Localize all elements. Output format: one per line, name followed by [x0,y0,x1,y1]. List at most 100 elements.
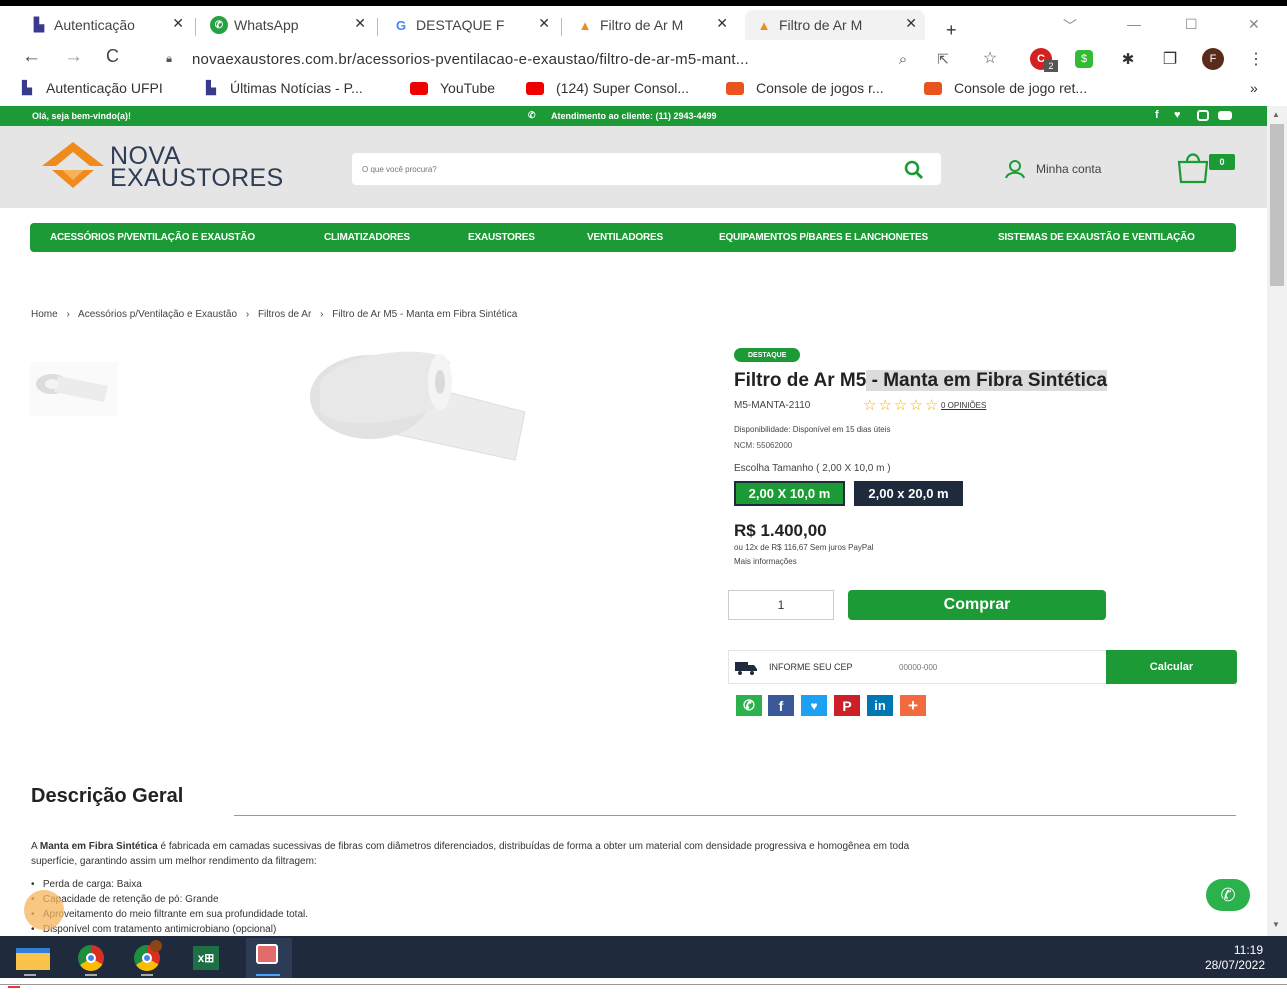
minimize-icon[interactable]: — [1127,16,1141,32]
web-page: Olá, seja bem-vindo(a)! ✆ Atendimento ao… [0,106,1267,936]
reviews-link[interactable]: 0 OPINIÕES [941,401,986,410]
star-icon: ☆ [878,397,892,414]
bookmark-console-jogos[interactable]: Console de jogos r... [726,80,884,96]
linkedin-share-icon[interactable]: in [867,695,893,716]
bookmark-youtube[interactable]: YouTube [410,80,495,96]
twitter-icon[interactable]: ♥ [1174,109,1181,121]
calculate-button[interactable]: Calcular [1106,650,1237,684]
whatsapp-float-button[interactable]: ✆ [1206,879,1250,911]
file-explorer-icon[interactable] [16,948,50,970]
tab-filtro-active[interactable]: ▲ Filtro de Ar M ✕ [745,10,925,40]
site-logo[interactable]: NOVA EXAUSTORES [40,140,290,196]
menu-item-equipamentos[interactable]: EQUIPAMENTOS P/BARES E LANCHONETES [719,232,928,243]
scrollbar-thumb[interactable] [1270,124,1284,286]
product-sku: M5-MANTA-2110 [734,400,811,411]
breadcrumb-home[interactable]: Home [31,309,58,320]
user-icon [1005,160,1025,179]
menu-item-exaustores[interactable]: EXAUSTORES [468,232,535,243]
tab-title: Filtro de Ar M [779,17,863,33]
excel-icon[interactable]: x⊞ [193,946,219,970]
whatsapp-share-icon[interactable]: ✆ [736,695,762,716]
forward-icon[interactable]: → [64,46,83,68]
tab-autenticacao[interactable]: ▙ Autenticação ✕ [20,10,192,40]
close-icon[interactable]: ✕ [354,15,366,32]
thumbnail[interactable] [30,362,118,416]
breadcrumb-acessorios[interactable]: Acessórios p/Ventilação e Exaustão [78,309,237,320]
pinterest-share-icon[interactable]: P [834,695,860,716]
maximize-icon[interactable]: ☐ [1185,16,1198,33]
clock-time[interactable]: 11:19 [1234,943,1263,957]
close-icon[interactable]: ✕ [905,15,917,32]
breadcrumb-filtros[interactable]: Filtros de Ar [258,309,311,320]
tab-search-icon[interactable]: ﹀ [1063,16,1077,36]
facebook-icon[interactable]: f [1155,109,1159,121]
account-link[interactable]: Minha conta [1004,159,1101,179]
scroll-up-icon[interactable]: ▲ [1272,110,1280,119]
tab-destaque[interactable]: G DESTAQUE F ✕ [382,10,558,40]
snipping-tool-icon[interactable] [246,938,292,978]
cart-count-badge: 0 [1209,154,1235,170]
reload-icon[interactable]: C [106,46,119,67]
search-icon[interactable] [904,160,924,180]
menu-item-ventiladores[interactable]: VENTILADORES [587,232,663,243]
bookmark-super-console[interactable]: (124) Super Consol... [526,80,689,96]
back-icon[interactable]: ← [22,46,41,68]
tab-filtro-1[interactable]: ▲ Filtro de Ar M ✕ [566,10,736,40]
more-share-icon[interactable]: + [900,695,926,716]
list-item: • Aproveitamento do meio filtrante em su… [31,909,308,920]
breadcrumb-separator: › [320,309,324,320]
bookmark-star-icon[interactable]: ☆ [980,48,1000,68]
cart-icon[interactable] [1175,150,1211,184]
search-box[interactable] [352,153,941,185]
cep-input[interactable] [899,656,1099,678]
bookmark-label: Console de jogo ret... [954,80,1088,96]
installments-text: ou 12x de R$ 116,67 Sem juros PayPal [734,543,874,552]
close-icon[interactable]: ✕ [716,15,728,32]
profile-avatar[interactable]: F [1202,48,1224,70]
youtube-icon[interactable] [1218,111,1232,120]
chrome-icon[interactable] [78,945,104,971]
bookmark-autenticacao[interactable]: ▙ Autenticação UFPI [22,80,163,96]
zoom-icon[interactable]: ⌕ [893,49,913,69]
size-option-20m[interactable]: 2,00 x 20,0 m [854,481,963,506]
bullet-text: Disponível com tratamento antimicrobiano… [42,924,277,935]
instagram-icon[interactable] [1197,110,1209,121]
bookmark-console-jogo[interactable]: Console de jogo ret... [924,80,1087,96]
buy-button[interactable]: Comprar [848,590,1106,620]
tab-title: Filtro de Ar M [600,17,684,33]
quantity-input[interactable] [728,590,834,620]
search-input[interactable] [362,159,882,179]
puzzle-icon[interactable]: ✱ [1118,49,1138,69]
facebook-share-icon[interactable]: f [768,695,794,716]
cep-box: INFORME SEU CEP Calcular [728,650,1237,684]
twitter-share-icon[interactable]: ♥ [801,695,827,716]
side-panel-icon[interactable]: ❐ [1160,50,1180,68]
cep-label: INFORME SEU CEP [769,662,853,672]
lock-icon[interactable]: 🔒︎ [163,52,175,66]
close-icon[interactable]: ✕ [172,15,184,32]
bullet-text: Perda de carga: Baixa [42,879,142,890]
bookmarks-bar: ▙ Autenticação UFPI ▙ Últimas Notícias - P… [0,76,1287,104]
close-icon[interactable]: ✕ [538,15,550,32]
chrome-profile-icon[interactable] [134,940,162,971]
tab-whatsapp[interactable]: ✆ WhatsApp ✕ [200,10,374,40]
share-icon[interactable]: ⇱ [933,49,953,69]
menu-dots-icon[interactable]: ⋮ [1248,49,1264,69]
menu-item-sistemas[interactable]: SISTEMAS DE EXAUSTÃO E VENTILAÇÃO [998,232,1195,243]
window-close-icon[interactable]: ✕ [1248,16,1260,33]
bookmark-label: Console de jogos r... [756,80,884,96]
extension-2-icon[interactable]: $ [1075,50,1093,68]
more-bookmarks-icon[interactable]: » [1250,80,1258,96]
menu-item-climatizadores[interactable]: CLIMATIZADORES [324,232,410,243]
truck-icon [735,662,757,675]
menu-item-acessorios[interactable]: ACESSÓRIOS P/VENTILAÇÃO E EXAUSTÃO [50,232,255,243]
scroll-down-icon[interactable]: ▼ [1272,920,1280,929]
url-text[interactable]: novaexaustores.com.br/acessorios-pventil… [192,51,749,68]
bookmark-noticias[interactable]: ▙ Últimas Notícias - P... [206,80,363,96]
scrollbar[interactable]: ▲ ▼ [1267,106,1287,936]
clock-date[interactable]: 28/07/2022 [1205,958,1265,972]
star-icon: ☆ [924,397,939,414]
new-tab-icon[interactable]: + [946,20,957,41]
size-option-10m[interactable]: 2,00 X 10,0 m [734,481,845,506]
more-info-link[interactable]: Mais informações [734,557,797,566]
